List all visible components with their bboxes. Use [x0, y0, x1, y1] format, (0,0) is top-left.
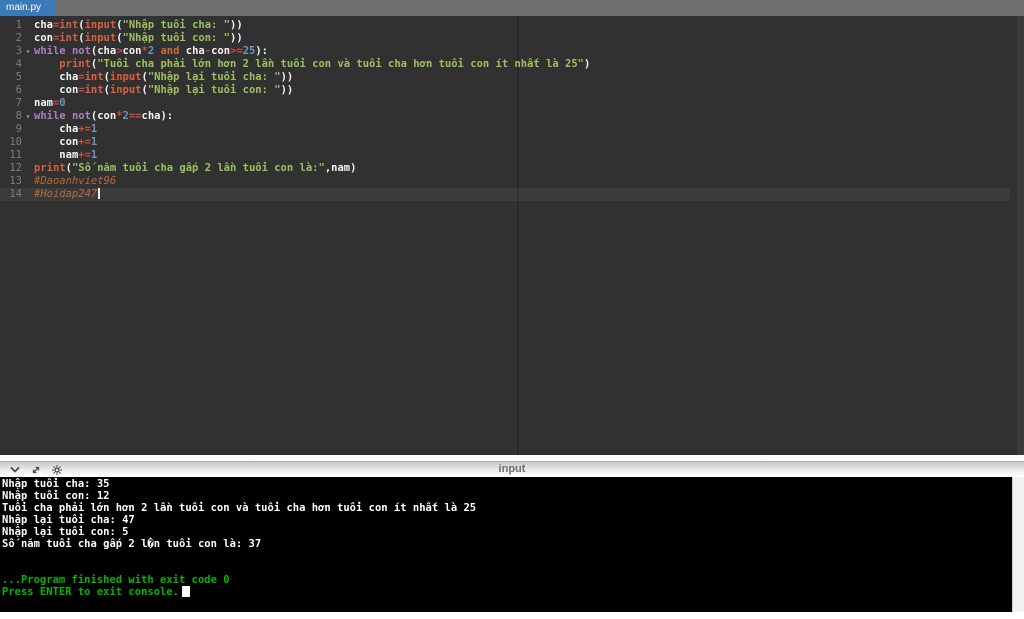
code-text: while not(con*2==cha): [34, 110, 174, 122]
line-number: 1 [15, 19, 22, 31]
line-number: 12 [9, 162, 22, 174]
code-line[interactable]: 13 #Daoanhviet96 [0, 175, 1010, 188]
console-line: Press ENTER to exit console. [2, 586, 1010, 598]
console-line: Nhập tuổi con: 12 [2, 490, 110, 502]
code-text: nam+=1 [59, 149, 98, 161]
console-line: ...Program finished with exit code 0 [2, 574, 230, 586]
code-text: cha=int(input("Nhập lại tuổi cha: ")) [59, 71, 294, 83]
code-text: cha+=1 [59, 123, 98, 135]
code-text: con+=1 [59, 136, 98, 148]
line-number: 4 [15, 58, 22, 70]
console-input-label: input [498, 463, 526, 475]
code-text: while not(cha>con*2 and cha-con>=25): [34, 45, 269, 57]
fold-toggle-icon[interactable]: ▾ [22, 45, 34, 58]
console-cursor [182, 586, 191, 597]
line-number: 3 [15, 45, 22, 57]
console-scrollbar[interactable] [1012, 477, 1024, 612]
console-line: Nhập lại tuổi cha: 47 [2, 514, 135, 526]
fold-toggle-icon[interactable]: ▾ [22, 110, 34, 123]
code-line[interactable]: 11 nam+=1 [0, 149, 1010, 162]
line-number: 8 [15, 110, 22, 122]
code-lines: 1 cha=int(input("Nhập tuổi cha: ")) 2 con=i… [0, 19, 1010, 201]
line-number: 5 [15, 71, 22, 83]
line-number: 11 [9, 149, 22, 161]
bottom-strip [0, 612, 1024, 619]
code-line[interactable]: 10 con+=1 [0, 136, 1010, 149]
code-line[interactable]: 6 con=int(input("Nhập lại tuổi con: ")) [0, 84, 1010, 97]
line-number: 10 [9, 136, 22, 148]
console-line: Tuổi cha phải lớn hơn 2 lần tuổi con và … [2, 502, 477, 514]
code-line[interactable]: 3 ▾ while not(cha>con*2 and cha-con>=25): [0, 45, 1010, 58]
line-number: 9 [15, 123, 22, 135]
line-number: 13 [9, 175, 22, 187]
code-text: nam=0 [34, 97, 66, 109]
console-header: input [0, 461, 1024, 477]
code-line[interactable]: 2 con=int(input("Nhập tuổi con: ")) [0, 32, 1010, 45]
code-line[interactable]: 5 cha=int(input("Nhập lại tuổi cha: ")) [0, 71, 1010, 84]
code-line[interactable]: 8 ▾ while not(con*2==cha): [0, 110, 1010, 123]
line-number: 2 [15, 32, 22, 44]
code-text: print("Tuổi cha phải lớn hơn 2 lần tuổi … [59, 58, 591, 70]
tab-label: main.py [6, 2, 42, 13]
code-line[interactable]: 4 print("Tuổi cha phải lớn hơn 2 lần tuổ… [0, 58, 1010, 71]
console-output[interactable]: Nhập tuổi cha: 35 Nhập tuổi con: 12 Tuổi c… [0, 477, 1024, 612]
ide-window: main.py 1 cha=int(input("Nhập tuổi cha: "… [0, 0, 1024, 619]
console-lines: Nhập tuổi cha: 35 Nhập tuổi con: 12 Tuổi c… [2, 478, 1010, 598]
code-line[interactable]: 12 print("Số năm tuổi cha gấp 2 lần tuổi … [0, 162, 1010, 175]
console-line: Nhập lại tuổi con: 5 [2, 526, 129, 538]
code-text: print("Số năm tuổi cha gấp 2 lần tuổi co… [34, 162, 357, 174]
code-text: con=int(input("Nhập lại tuổi con: ")) [59, 84, 294, 96]
line-number: 14 [9, 188, 22, 200]
code-line[interactable]: 1 cha=int(input("Nhập tuổi cha: ")) [0, 19, 1010, 32]
code-text: con=int(input("Nhập tuổi con: ")) [34, 32, 243, 44]
code-text: #Hoidap247 [34, 188, 101, 200]
line-number: 6 [15, 84, 22, 96]
tab-main-py[interactable]: main.py [0, 0, 56, 16]
console-line: Số năm tuổi cha gấp 2 l�n tuổi con là: 3… [2, 538, 262, 550]
code-line[interactable]: 9 cha+=1 [0, 123, 1010, 136]
editor-tab-bar: main.py [0, 0, 1024, 16]
line-number: 7 [15, 97, 22, 109]
code-text: cha=int(input("Nhập tuổi cha: ")) [34, 19, 243, 31]
editor-scrollbar[interactable] [1017, 16, 1024, 455]
text-cursor [98, 188, 101, 199]
code-text: #Daoanhviet96 [34, 175, 117, 187]
code-line[interactable]: 7 nam=0 [0, 97, 1010, 110]
code-line[interactable]: 14 #Hoidap247 [0, 188, 1010, 201]
code-editor[interactable]: 1 cha=int(input("Nhập tuổi cha: ")) 2 con=i… [0, 16, 1024, 455]
console-line: Nhập tuổi cha: 35 [2, 478, 110, 490]
